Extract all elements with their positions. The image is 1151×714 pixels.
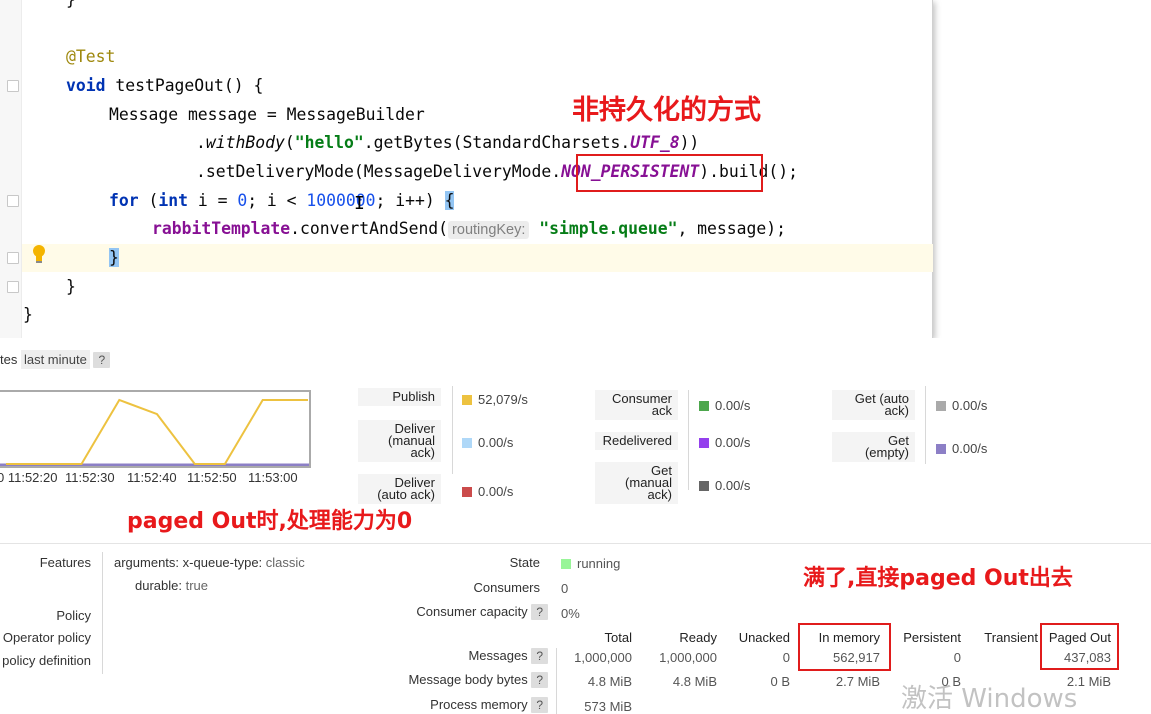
state-value: running: [561, 556, 620, 571]
policy-label: Policy: [56, 608, 91, 623]
rate-label: Deliver (auto ack): [358, 474, 441, 504]
series-line-publish: [6, 398, 308, 465]
divider: [452, 386, 453, 474]
code-line[interactable]: @Test: [66, 43, 115, 71]
effective-policy-label: policy definition: [2, 653, 91, 668]
table-header: Unacked: [738, 630, 790, 645]
consumers-value: 0: [561, 581, 569, 596]
legend-swatch-icon: [936, 401, 946, 411]
table-row-label: Messages ?: [360, 648, 548, 664]
code-line[interactable]: }: [66, 273, 76, 301]
fold-marker[interactable]: [7, 195, 19, 207]
code-line[interactable]: for (int i = 0; i < 1000000; i++) {: [109, 187, 455, 215]
table-cell: 0: [782, 650, 790, 665]
rate-value: 0.00/s: [462, 435, 513, 450]
rate-label: Get (manual ack): [595, 462, 678, 504]
table-header: Total: [604, 630, 632, 645]
help-button[interactable]: ?: [93, 352, 111, 368]
rate-value: 0.00/s: [699, 478, 750, 493]
legend-swatch-icon: [936, 444, 946, 454]
consumer-capacity-value: 0%: [561, 606, 580, 621]
code-line[interactable]: Message message = MessageBuilder: [109, 101, 425, 129]
legend-swatch-icon: [462, 395, 472, 405]
chart-x-tick: 11:52:30: [65, 470, 115, 485]
code-line[interactable]: }: [66, 0, 76, 14]
rate-value: 0.00/s: [936, 398, 987, 413]
legend-swatch-icon: [462, 438, 472, 448]
rate-value: 0.00/s: [936, 441, 987, 456]
code-line[interactable]: void testPageOut() {: [66, 72, 263, 100]
state-indicator-icon: [561, 559, 571, 569]
code-line[interactable]: .withBody("hello".getBytes(StandardChars…: [196, 129, 699, 157]
table-cell: 2.7 MiB: [835, 674, 880, 689]
divider: [925, 386, 926, 464]
code-line[interactable]: rabbitTemplate.convertAndSend(routingKey…: [152, 215, 786, 243]
annotation-full: 满了,直接paged Out出去: [803, 566, 1073, 591]
range-select[interactable]: last minute: [20, 350, 90, 369]
arguments-row: arguments: x-queue-type: classic: [114, 555, 305, 570]
legend-swatch-icon: [699, 401, 709, 411]
rate-label: Deliver (manual ack): [358, 420, 441, 462]
rate-label: Get (auto ack): [832, 390, 915, 420]
code-line[interactable]: }: [109, 244, 119, 272]
chart-x-tick: 11:52:40: [127, 470, 177, 485]
legend-swatch-icon: [699, 438, 709, 448]
rate-chart-svg: [0, 398, 309, 467]
rate-value: 52,079/s: [462, 392, 528, 407]
legend-swatch-icon: [699, 481, 709, 491]
rate-label: Consumer ack: [595, 390, 678, 420]
divider: [556, 648, 557, 714]
rate-label: Publish: [358, 388, 441, 406]
consumer-capacity-label: Consumer capacity ?: [380, 604, 548, 620]
code-editor[interactable]: } @Test void testPageOut() { Message mes…: [0, 0, 933, 338]
section-divider: [0, 543, 1151, 544]
highlight-box-paged-out: [1040, 623, 1119, 670]
parameter-hint: routingKey:: [448, 221, 530, 239]
rate-value: 0.00/s: [699, 435, 750, 450]
table-row-label: Process memory ?: [360, 697, 548, 713]
state-label: State: [509, 555, 540, 570]
rate-label: Redelivered: [595, 432, 678, 450]
chart-x-tick: 11:53:00: [248, 470, 298, 485]
annotation-paged-out: paged Out时,处理能力为0: [127, 509, 413, 534]
chart-x-tick: 0 11:52:20: [0, 470, 58, 485]
lightbulb-icon[interactable]: [31, 244, 47, 264]
fold-marker[interactable]: [7, 80, 19, 92]
divider: [102, 552, 103, 674]
current-line-highlight: [22, 244, 933, 272]
durable-row: durable: true: [135, 578, 209, 593]
text-cursor-icon: I: [354, 193, 365, 214]
highlight-box-non-persistent: [576, 154, 763, 192]
windows-activation-watermark: 激活 Windows: [901, 684, 1078, 714]
table-row-label: Message body bytes ?: [360, 672, 548, 688]
divider: [688, 390, 689, 490]
fold-marker[interactable]: [7, 281, 19, 293]
chart-x-tick: 11:52:50: [187, 470, 237, 485]
table-cell: 0 B: [770, 674, 790, 689]
time-range-selector[interactable]: tes last minute ?: [0, 350, 111, 369]
rate-value: 0.00/s: [462, 484, 513, 499]
fold-marker[interactable]: [7, 252, 19, 264]
highlight-box-in-memory: [798, 623, 891, 671]
help-button[interactable]: ?: [531, 604, 548, 620]
operator-policy-label: Operator policy: [2, 630, 91, 645]
code-line[interactable]: }: [23, 301, 33, 329]
features-label: Features: [39, 555, 91, 570]
annotation-non-persistent: 非持久化的方式: [572, 95, 761, 126]
legend-swatch-icon: [462, 487, 472, 497]
rate-value: 0.00/s: [699, 398, 750, 413]
consumers-label: Consumers: [473, 580, 540, 595]
rate-label: Get (empty): [832, 432, 915, 462]
message-rate-chart: [0, 390, 311, 468]
